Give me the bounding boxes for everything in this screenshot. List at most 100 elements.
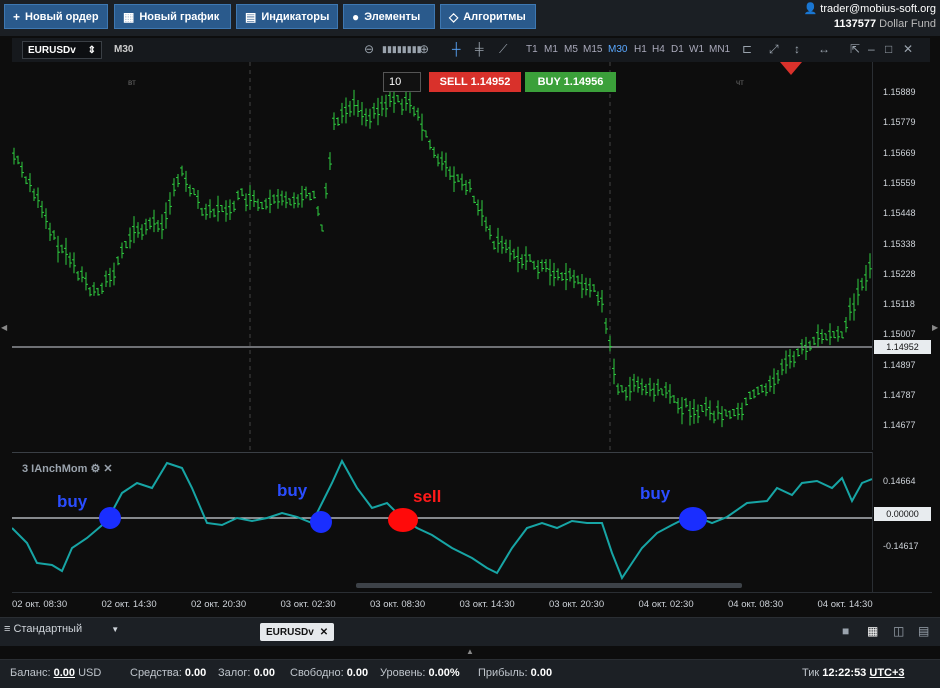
price-bar [440,151,444,171]
right-arrow-icon[interactable]: ▶ [932,323,938,332]
price-bar [772,368,776,395]
zoom-slider[interactable]: ▮▮▮▮▮▮▮▮ [382,44,422,55]
chart-settings-icon[interactable]: ⊏ [742,42,752,56]
price-bar [452,166,456,193]
maximize-icon[interactable]: □ [885,42,892,56]
algorithms-button[interactable]: ◇ Алгоритмы [440,4,536,29]
candle-chart-icon[interactable]: ╪ [475,42,484,56]
price-bar [136,222,140,238]
price-bar [52,230,56,240]
price-tick-label: 1.14677 [883,420,916,431]
chart-tab[interactable]: EURUSDv ✕ [260,623,335,641]
price-tick-label: 1.15228 [883,268,916,279]
price-bar [640,378,644,396]
price-bar [608,335,612,352]
zoom-in-icon[interactable]: ⊕ [419,42,429,56]
price-bar [564,263,568,291]
minimize-icon[interactable]: – [868,42,875,56]
tf-m15[interactable]: M15 [583,44,602,55]
tf-h4[interactable]: H4 [652,44,665,55]
tf-m30[interactable]: M30 [608,44,627,55]
up-arrow-icon[interactable]: ▲ [466,647,474,656]
price-bar [300,185,304,208]
time-tick-label: 04 окт. 02:30 [638,599,694,610]
tf-mn1[interactable]: MN1 [709,44,730,55]
tf-m1[interactable]: M1 [544,44,558,55]
price-bar [824,333,828,341]
layout-grid-icon[interactable]: ▦ [867,624,881,638]
indicators-button[interactable]: ▤ Индикаторы [236,4,338,29]
price-bar [68,252,72,268]
price-bar [552,262,556,287]
price-bar [844,316,848,333]
price-bar [152,209,156,233]
price-bar [652,382,656,402]
price-bar [476,199,480,216]
price-chart[interactable] [12,62,872,450]
tf-w1[interactable]: W1 [689,44,704,55]
time-axis[interactable]: 02 окт. 08:30 02 окт. 14:30 02 окт. 20:30 0… [12,592,932,617]
close-icon[interactable]: ✕ [903,42,913,56]
elements-icon: ● [352,9,360,24]
layout-columns-icon[interactable]: ◫ [893,624,907,638]
account-user: trader@mobius-soft.org [820,3,936,15]
chevron-down-icon: ▼ [111,625,120,634]
price-bar [308,192,312,201]
symbol-select[interactable]: EURUSDv ⇕ [22,41,102,59]
tf-h1[interactable]: H1 [634,44,647,55]
profit-status: Прибыль: 0.00 [478,667,553,679]
price-bar [284,191,288,209]
tf-m5[interactable]: M5 [564,44,578,55]
template-select[interactable]: ≡ Стандартный ▼ [4,623,119,635]
price-chart-canvas [12,62,872,450]
sell-button[interactable]: SELL 1.14952 [429,72,521,92]
tf-d1[interactable]: D1 [671,44,684,55]
indicators-icon: ▤ [245,9,257,24]
fit-icon[interactable]: ⤢ [769,42,779,57]
free-status: Свободно: 0.00 [290,667,369,679]
indicator-level-label: 0.14664 [883,476,916,486]
detach-icon[interactable]: ⇱ [850,42,860,56]
close-icon[interactable]: ✕ [320,627,328,638]
price-tick-label: 1.15779 [883,117,916,128]
vertical-scale-icon[interactable]: ↕ [794,42,800,56]
close-icon[interactable]: ✕ [103,463,112,475]
chart-icon: ▦ [123,9,135,24]
horizontal-scale-icon[interactable]: ↔ [818,42,830,56]
layout-single-icon[interactable]: ■ [842,624,856,638]
price-bar [776,369,780,384]
new-order-button[interactable]: + Новый ордер [4,4,108,29]
momentum-line [11,458,873,581]
price-bar [248,185,252,210]
plus-icon: + [13,9,21,24]
tf-t1[interactable]: T1 [526,44,538,55]
line-chart-icon[interactable]: ⟋ [499,42,507,57]
select-arrows-icon: ⇕ [87,44,96,56]
indicator-axis[interactable]: 0.14664 0.00000 -0.14617 [872,452,933,592]
account-info[interactable]: 👤 trader@mobius-soft.org 1137577 Dollar … [804,2,936,32]
price-bar [428,139,432,150]
price-bar [232,200,236,212]
price-bar [596,291,600,306]
price-bar [736,402,740,420]
horizontal-scrollbar[interactable] [356,583,742,588]
price-bar [852,293,856,321]
price-bar [676,397,680,414]
gear-icon[interactable]: ⚙ [90,463,100,475]
price-bar [204,203,208,220]
quantity-input[interactable]: 10 [383,72,421,92]
new-chart-button[interactable]: ▦ Новый график [114,4,231,29]
left-arrow-icon[interactable]: ◀ [1,323,7,332]
indicator-panel[interactable] [11,452,873,593]
price-bar [328,152,332,170]
bar-chart-icon[interactable]: ┼ [452,42,461,56]
user-icon: 👤 [803,3,818,15]
price-bar [92,282,96,296]
layout-rows-icon[interactable]: ▤ [918,624,932,638]
elements-button[interactable]: ● Элементы [343,4,435,29]
price-bar [620,385,624,393]
buy-button[interactable]: BUY 1.14956 [525,72,616,92]
price-axis[interactable]: 1.15889 1.15779 1.15669 1.15559 1.15448 1.153… [872,62,933,450]
indicator-level-label: -0.14617 [883,541,919,551]
zoom-out-icon[interactable]: ⊖ [364,42,374,56]
